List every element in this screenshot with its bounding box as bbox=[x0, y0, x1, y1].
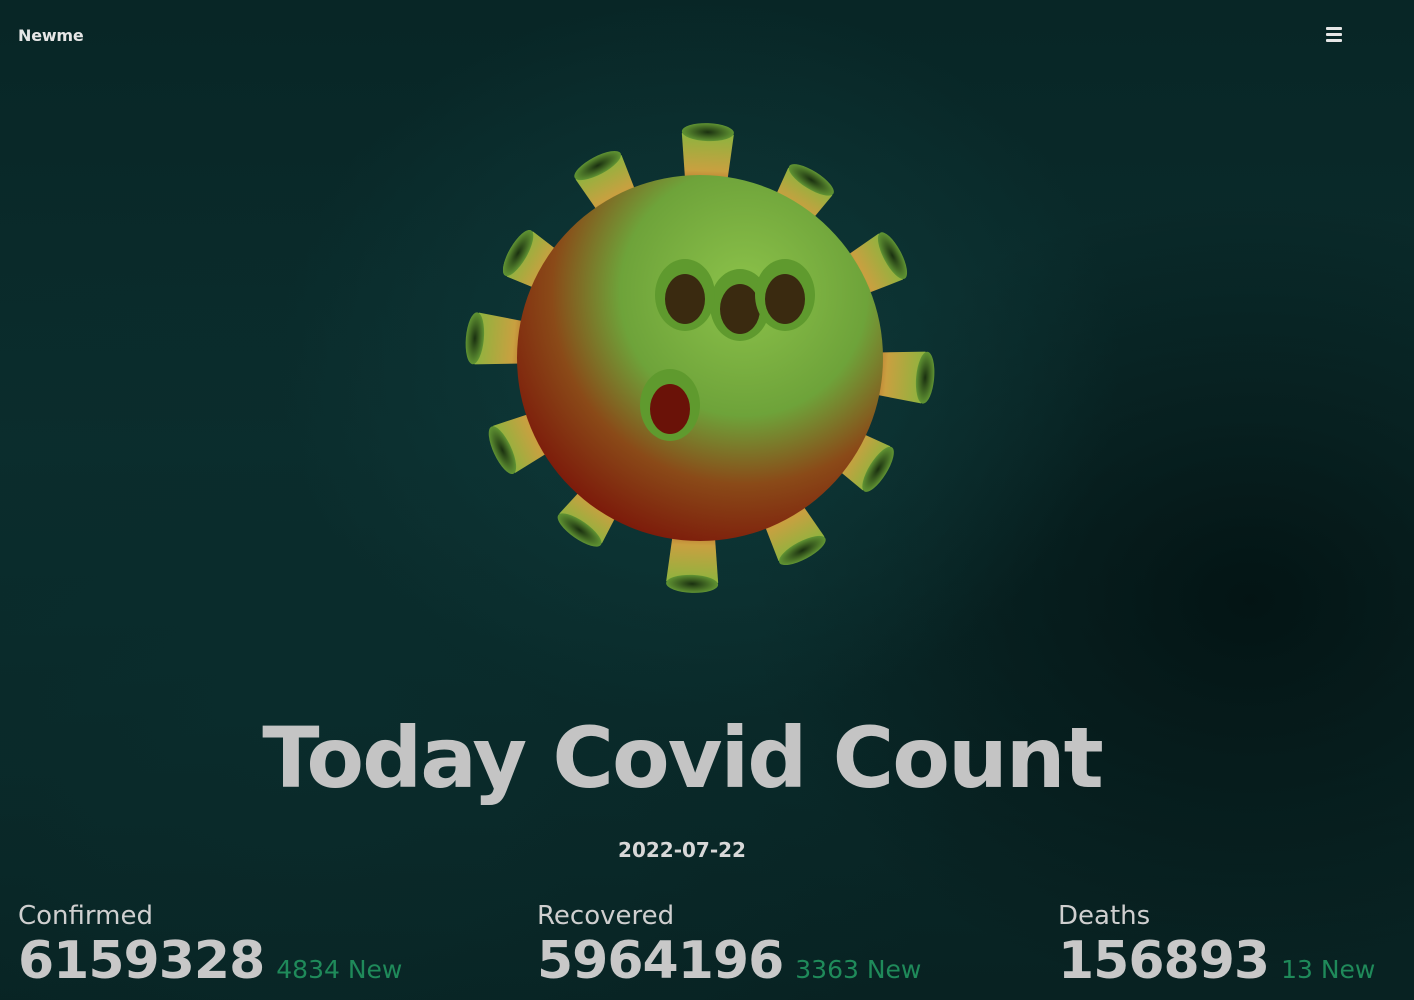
brand-logo[interactable]: Newme bbox=[18, 26, 84, 45]
virus-spike bbox=[755, 259, 815, 331]
coronavirus-illustration bbox=[465, 123, 935, 593]
report-date: 2022-07-22 bbox=[618, 838, 746, 862]
stat-recovered: Recovered 5964196 3363 New bbox=[537, 900, 921, 990]
page-title: Today Covid Count bbox=[262, 709, 1103, 807]
virus-spike bbox=[640, 369, 700, 441]
stat-value: 5964196 bbox=[537, 931, 784, 991]
stat-confirmed: Confirmed 6159328 4834 New bbox=[18, 900, 402, 990]
stat-deaths: Deaths 156893 13 New bbox=[1058, 900, 1375, 990]
stat-label: Confirmed bbox=[18, 901, 153, 931]
stat-new-count: 3363 New bbox=[795, 955, 922, 984]
stat-value: 6159328 bbox=[18, 931, 265, 991]
stat-label: Recovered bbox=[537, 901, 675, 931]
stat-label: Deaths bbox=[1058, 901, 1151, 931]
hamburger-menu-icon[interactable] bbox=[1326, 27, 1348, 45]
stat-value: 156893 bbox=[1058, 931, 1270, 991]
stat-new-count: 13 New bbox=[1281, 955, 1376, 984]
virus-spike bbox=[655, 259, 715, 331]
stat-new-count: 4834 New bbox=[276, 955, 403, 984]
